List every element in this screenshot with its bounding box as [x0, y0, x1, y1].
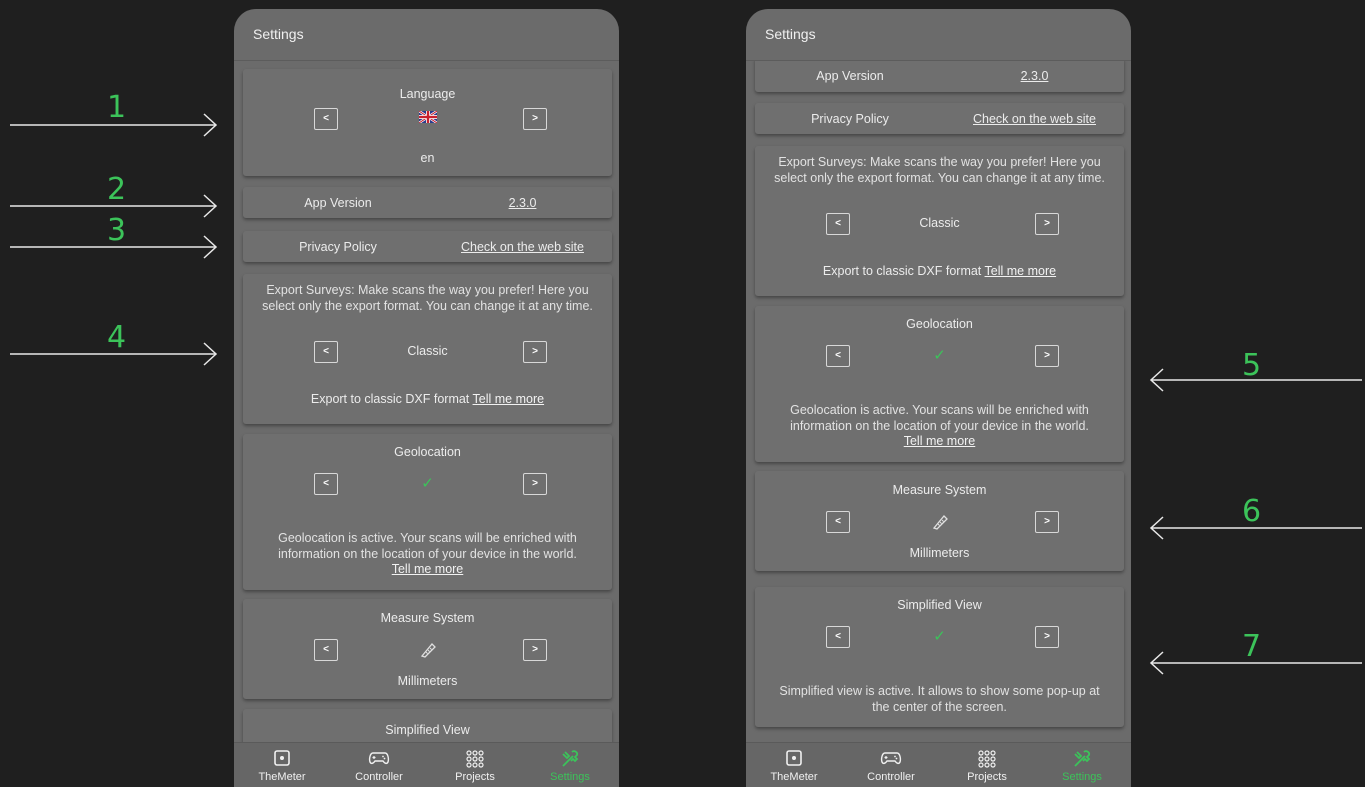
annotation-number-7: 7 — [1242, 629, 1262, 664]
annotation-number-3: 3 — [107, 213, 127, 248]
annotation-number-4: 4 — [107, 320, 127, 355]
annotation-number-1: 1 — [107, 90, 127, 125]
annotation-arrows — [10, 113, 1362, 675]
annotation-number-6: 6 — [1242, 494, 1262, 529]
annotation-number-5: 5 — [1242, 348, 1262, 383]
annotation-number-2: 2 — [107, 172, 127, 207]
